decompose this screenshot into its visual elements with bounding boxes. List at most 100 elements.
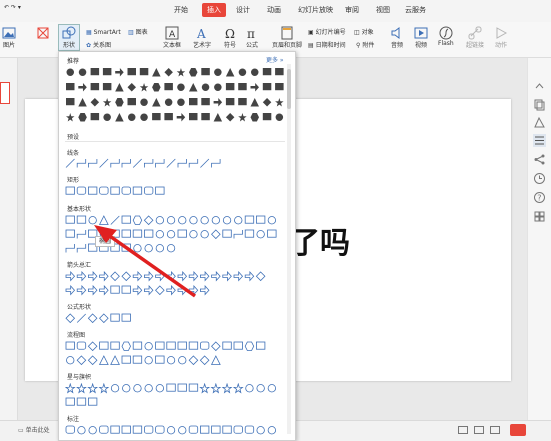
lines-section-title: 线条	[67, 150, 80, 157]
rect-shapes-row[interactable]	[65, 186, 289, 197]
shape-gallery-popup: 推荐 更多 » 预设 线条 矩形 基本形状 箭头总汇 公式形状 流程图 星与旗帜…	[58, 51, 296, 441]
reading-view-icon[interactable]	[490, 426, 500, 434]
recommend-title: 推荐	[67, 58, 80, 65]
tab-insert[interactable]: 插入	[202, 3, 226, 17]
tab-cloud[interactable]: 云服务	[405, 5, 426, 15]
popup-scrollbar[interactable]	[287, 64, 291, 434]
hyperlink-button[interactable]: 超链接	[466, 26, 484, 49]
recommended-shapes-grid[interactable]	[65, 66, 285, 130]
basic-section-title: 基本形状	[67, 206, 92, 213]
svg-text:Ω: Ω	[225, 27, 235, 40]
play-icon	[496, 27, 508, 39]
shape-button[interactable]: 形状	[58, 24, 80, 51]
paperclip-icon: ⚲	[356, 42, 361, 49]
stars-section-title: 星与旗帜	[67, 374, 92, 381]
object-icon: ◫	[354, 29, 360, 36]
layout-button[interactable]	[36, 26, 50, 40]
tab-review[interactable]: 审阅	[345, 5, 359, 15]
preset-title: 预设	[67, 134, 80, 141]
svg-text:A: A	[196, 27, 206, 40]
basic-shapes-row-1[interactable]	[65, 215, 289, 226]
layout-icon	[37, 27, 49, 39]
callout-section-title: 标注	[67, 416, 80, 423]
share-icon[interactable]	[533, 153, 546, 166]
shape-tooltip: 椭圆	[95, 236, 116, 247]
copy-icon[interactable]	[533, 98, 546, 111]
properties-icon[interactable]	[533, 134, 546, 147]
omega-icon: Ω	[225, 27, 235, 40]
smartart-button[interactable]: ▦ SmartArt	[86, 28, 121, 37]
formula-shapes-row[interactable]	[65, 313, 289, 324]
svg-text:π: π	[247, 27, 255, 40]
tab-slideshow[interactable]: 幻灯片放映	[298, 5, 333, 15]
slide-text[interactable]: 了吗	[290, 218, 350, 262]
arrows-shapes-row-1[interactable]	[65, 271, 289, 282]
tab-home[interactable]: 开始	[174, 5, 188, 15]
callout-shapes-row[interactable]	[65, 425, 289, 436]
scrollbar-thumb[interactable]	[287, 69, 291, 109]
flowchart-shapes-row-1[interactable]	[65, 341, 289, 352]
symbol-button[interactable]: Ω 符号	[223, 26, 237, 49]
svg-text:A: A	[169, 30, 176, 40]
textbox-icon: A	[165, 26, 179, 40]
speaker-icon	[391, 27, 400, 39]
flash-button[interactable]: Flash	[438, 26, 454, 47]
shape-icon	[62, 26, 76, 39]
ribbon-tab-bar: ↶ ↷ ▾ 开始 插入 设计 动画 幻灯片放映 审阅 视图 云服务	[0, 0, 551, 22]
calendar-icon: ▤	[308, 42, 314, 49]
rect-section-title: 矩形	[67, 177, 80, 184]
lines-shapes-row[interactable]	[65, 158, 289, 169]
picture-icon	[2, 27, 16, 39]
audio-button[interactable]: 音频	[390, 26, 404, 49]
video-icon	[414, 27, 428, 39]
more-link[interactable]: 更多 »	[266, 55, 284, 64]
stars-shapes-row-2[interactable]	[65, 397, 289, 408]
textbox-button[interactable]: A 文本框	[163, 26, 181, 49]
chart-icon: ▥	[128, 29, 134, 36]
wordart-button[interactable]: A 艺术字	[193, 26, 211, 49]
quick-access-icons[interactable]: ↶ ↷ ▾	[4, 3, 21, 13]
thumbnail-panel[interactable]	[0, 58, 18, 420]
datetime-button[interactable]: ▤ 日期和时间	[308, 41, 346, 50]
object-button[interactable]: ◫ 对象	[354, 28, 374, 37]
collapse-icon[interactable]	[533, 80, 546, 93]
stars-shapes-row-1[interactable]	[65, 383, 289, 394]
relation-icon: ✿	[86, 42, 92, 49]
notes-area[interactable]: ▭ 单击此处	[18, 425, 50, 434]
relation-button[interactable]: ✿ 关系图	[86, 41, 111, 50]
link-icon	[468, 26, 482, 40]
slide-number-icon: ▣	[308, 29, 314, 36]
preset-divider	[65, 141, 285, 142]
tab-design[interactable]: 设计	[236, 5, 250, 15]
tab-view[interactable]: 视图	[376, 5, 390, 15]
wordart-icon: A	[196, 27, 206, 40]
notes-icon: ▭	[18, 427, 24, 434]
picture-button[interactable]: 图片	[2, 26, 16, 49]
action-button[interactable]: 动作	[494, 26, 508, 49]
slide-thumbnail[interactable]	[0, 82, 10, 104]
normal-view-icon[interactable]	[458, 426, 468, 434]
slideshow-button[interactable]	[510, 424, 526, 436]
smartart-icon: ▦	[86, 29, 92, 36]
formula-section-title: 公式形状	[67, 304, 92, 311]
flowchart-section-title: 流程图	[67, 332, 86, 339]
arrows-shapes-row-2[interactable]	[65, 285, 289, 296]
help-icon[interactable]: ?	[533, 191, 546, 204]
right-toolbar: ?	[527, 58, 551, 420]
header-footer-button[interactable]: 页眉和页脚	[272, 26, 302, 49]
flowchart-shapes-row-2[interactable]	[65, 355, 289, 366]
video-button[interactable]: 视频	[414, 26, 428, 49]
sorter-view-icon[interactable]	[474, 426, 484, 434]
svg-text:?: ?	[537, 194, 541, 203]
slide-number-button[interactable]: ▣ 幻灯片编号	[308, 28, 346, 37]
shape-style-icon[interactable]	[533, 116, 546, 129]
attachment-button[interactable]: ⚲ 附件	[356, 41, 374, 50]
history-icon[interactable]	[533, 172, 546, 185]
tab-animation[interactable]: 动画	[267, 5, 281, 15]
grid-icon[interactable]	[533, 210, 546, 223]
chart-button[interactable]: ▥ 图表	[128, 28, 148, 37]
formula-button[interactable]: π 公式	[245, 26, 259, 49]
flash-icon	[439, 26, 453, 40]
pi-icon: π	[247, 27, 255, 40]
arrows-section-title: 箭头总汇	[67, 262, 92, 269]
